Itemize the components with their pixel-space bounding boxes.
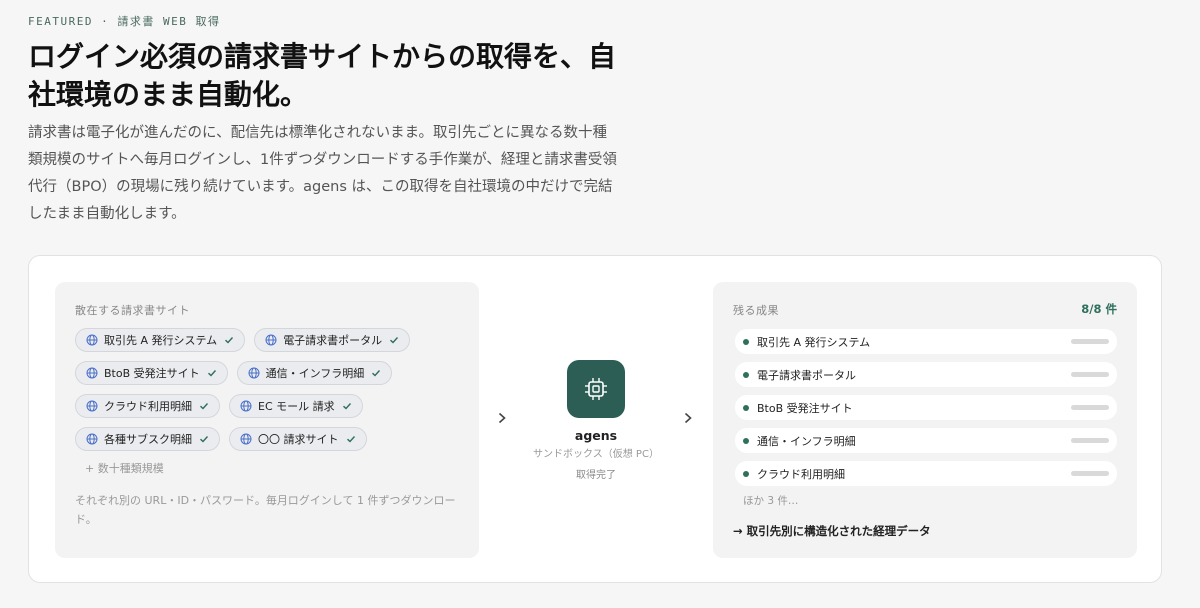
- globe-icon: [86, 334, 98, 346]
- scattered-sites-label: 散在する請求書サイト: [75, 304, 190, 317]
- globe-icon: [248, 367, 260, 379]
- site-chip[interactable]: クラウド利用明細: [75, 394, 220, 418]
- result-label: 通信・インフラ明細: [757, 434, 856, 448]
- status-dot: [743, 404, 749, 411]
- site-chip-label: 〇〇 請求サイト: [258, 433, 339, 446]
- check-icon: [200, 436, 209, 443]
- check-icon: [372, 370, 381, 377]
- agent-chip-tile: [567, 360, 625, 418]
- structured-data-link[interactable]: → 取引先別に構造化された経理データ: [733, 523, 931, 539]
- check-icon: [207, 370, 216, 377]
- check-icon: [200, 403, 209, 410]
- placeholder-bar: [1071, 339, 1109, 344]
- check-icon: [225, 337, 234, 344]
- check-icon: [346, 436, 355, 443]
- agent-subtitle: サンドボックス（仮想 PC）: [533, 449, 659, 460]
- sites-note: それぞれ別の URL・ID・パスワード。毎月ログインして 1 件ずつダウンロード…: [75, 494, 456, 526]
- site-chip-label: EC モール 請求: [258, 400, 335, 413]
- chevron-right-icon: [684, 412, 692, 424]
- status-dot: [743, 437, 749, 444]
- chevron-right-icon: [498, 412, 506, 424]
- status-dot: [743, 371, 749, 378]
- placeholder-bar: [1071, 471, 1109, 476]
- site-chip-label: 取引先 A 発行システム: [104, 334, 218, 347]
- site-chip[interactable]: EC モール 請求: [229, 394, 363, 418]
- site-chip-label: 各種サブスク明細: [104, 433, 192, 446]
- result-list: 取引先 A 発行システム 電子請求書ポータル BtoB 受発注サイト 通信・イン…: [735, 329, 1117, 486]
- lead-paragraph: 請求書は電子化が進んだのに、配信先は標準化されないまま。取引先ごとに異なる数十種…: [28, 125, 617, 222]
- placeholder-bar: [1071, 405, 1109, 410]
- more-results-label: ほか 3 件…: [743, 495, 799, 507]
- site-chip-label: クラウド利用明細: [104, 400, 192, 413]
- feature-card: 散在する請求書サイト 取引先 A 発行システム 電子請求書ポータル BtoB 受…: [28, 255, 1162, 583]
- results-panel: 残る成果 8/8 件 取引先 A 発行システム 電子請求書ポータル BtoB 受…: [713, 282, 1137, 558]
- globe-icon: [86, 400, 98, 412]
- page-headline: ログイン必須の請求書サイトからの取得を、自社環境のまま自動化。: [28, 40, 617, 111]
- site-chip-label: 通信・インフラ明細: [265, 367, 365, 380]
- globe-icon: [86, 433, 98, 445]
- globe-icon: [240, 433, 252, 445]
- results-label: 残る成果: [733, 304, 779, 317]
- result-row[interactable]: 取引先 A 発行システム: [735, 329, 1117, 354]
- globe-icon: [240, 400, 252, 412]
- result-label: BtoB 受発注サイト: [757, 401, 853, 415]
- site-chip[interactable]: BtoB 受発注サイト: [75, 361, 228, 385]
- result-label: 電子請求書ポータル: [757, 368, 856, 382]
- site-chip[interactable]: 各種サブスク明細: [75, 427, 220, 451]
- check-icon: [342, 403, 351, 410]
- status-dot: [743, 470, 749, 477]
- placeholder-bar: [1071, 372, 1109, 377]
- eyebrow-label: FEATURED · 請求書 WEB 取得: [28, 15, 221, 28]
- result-row[interactable]: 電子請求書ポータル: [735, 362, 1117, 387]
- result-row[interactable]: 通信・インフラ明細: [735, 428, 1117, 453]
- result-label: 取引先 A 発行システム: [757, 335, 871, 349]
- site-chip-list: 取引先 A 発行システム 電子請求書ポータル BtoB 受発注サイト 通信・イン…: [75, 328, 465, 451]
- site-chip[interactable]: 取引先 A 発行システム: [75, 328, 246, 352]
- site-chip-label: 電子請求書ポータル: [283, 334, 383, 347]
- agent-name: agens: [574, 428, 618, 443]
- check-icon: [390, 337, 399, 344]
- status-dot: [743, 338, 749, 345]
- results-count: 8/8 件: [1081, 302, 1117, 316]
- site-chip-label: BtoB 受発注サイト: [104, 367, 200, 380]
- more-sites-label: + 数十種類規模: [85, 462, 164, 475]
- cpu-chip-icon: [585, 378, 607, 400]
- site-chip[interactable]: 〇〇 請求サイト: [229, 427, 367, 451]
- result-row[interactable]: クラウド利用明細: [735, 461, 1117, 486]
- globe-icon: [265, 334, 277, 346]
- site-chip[interactable]: 電子請求書ポータル: [254, 328, 411, 352]
- placeholder-bar: [1071, 438, 1109, 443]
- agent-status: 取得完了: [576, 470, 616, 481]
- site-chip[interactable]: 通信・インフラ明細: [236, 361, 393, 385]
- globe-icon: [86, 367, 98, 379]
- result-label: クラウド利用明細: [757, 467, 845, 481]
- scattered-sites-panel: 散在する請求書サイト 取引先 A 発行システム 電子請求書ポータル BtoB 受…: [55, 282, 479, 558]
- result-row[interactable]: BtoB 受発注サイト: [735, 395, 1117, 420]
